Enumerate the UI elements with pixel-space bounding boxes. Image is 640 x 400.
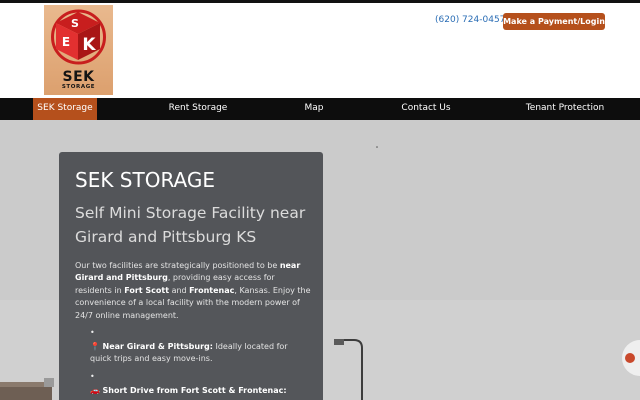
- nav-item-contact-us[interactable]: Contact Us: [393, 98, 459, 120]
- logo-letter-s: S: [71, 17, 79, 30]
- bullet-short-drive: 🚗 Short Drive from Fort Scott & Frontena…: [90, 386, 287, 395]
- car-icon: 🚗: [90, 386, 100, 395]
- make-payment-login-button[interactable]: Make a Payment/Login: [503, 13, 605, 30]
- bullet-marker: •: [90, 328, 95, 337]
- nav-item-tenant-protection[interactable]: Tenant Protection: [522, 98, 608, 120]
- bullet-near-girard-pittsburg: 📍 Near Girard & Pittsburg: Ideally locat…: [90, 342, 288, 364]
- hero-intro-paragraph: Our two facilities are strategically pos…: [75, 261, 311, 320]
- logo-letter-e: E: [62, 35, 70, 49]
- hero-subtitle: Self Mini Storage Facility near Girard a…: [75, 204, 306, 246]
- cube-logo-graphic: S E K: [51, 9, 106, 65]
- nav-item-rent-storage[interactable]: Rent Storage: [160, 98, 236, 120]
- logo-wordmark: SEK: [62, 69, 95, 85]
- main-nav: SEK Storage Rent Storage Map Contact Us …: [0, 98, 640, 120]
- pin-icon: 📍: [90, 342, 100, 351]
- sek-storage-logo[interactable]: S E K SEK STORAGE: [44, 5, 113, 95]
- hero-info-card: SEK STORAGE Self Mini Storage Facility n…: [59, 152, 323, 400]
- phone-link[interactable]: (620) 724-0457: [435, 15, 505, 25]
- logo-subword: STORAGE: [61, 84, 96, 90]
- hero-title: SEK STORAGE: [75, 168, 216, 192]
- hero-section: SEK STORAGE Self Mini Storage Facility n…: [0, 120, 640, 400]
- site-header: S E K SEK STORAGE (620) 724-0457 Make a …: [0, 3, 640, 98]
- bullet-marker: •: [90, 372, 95, 381]
- logo-letter-k: K: [82, 35, 96, 55]
- nav-item-map[interactable]: Map: [294, 98, 334, 120]
- nav-item-sek-storage[interactable]: SEK Storage: [33, 98, 97, 120]
